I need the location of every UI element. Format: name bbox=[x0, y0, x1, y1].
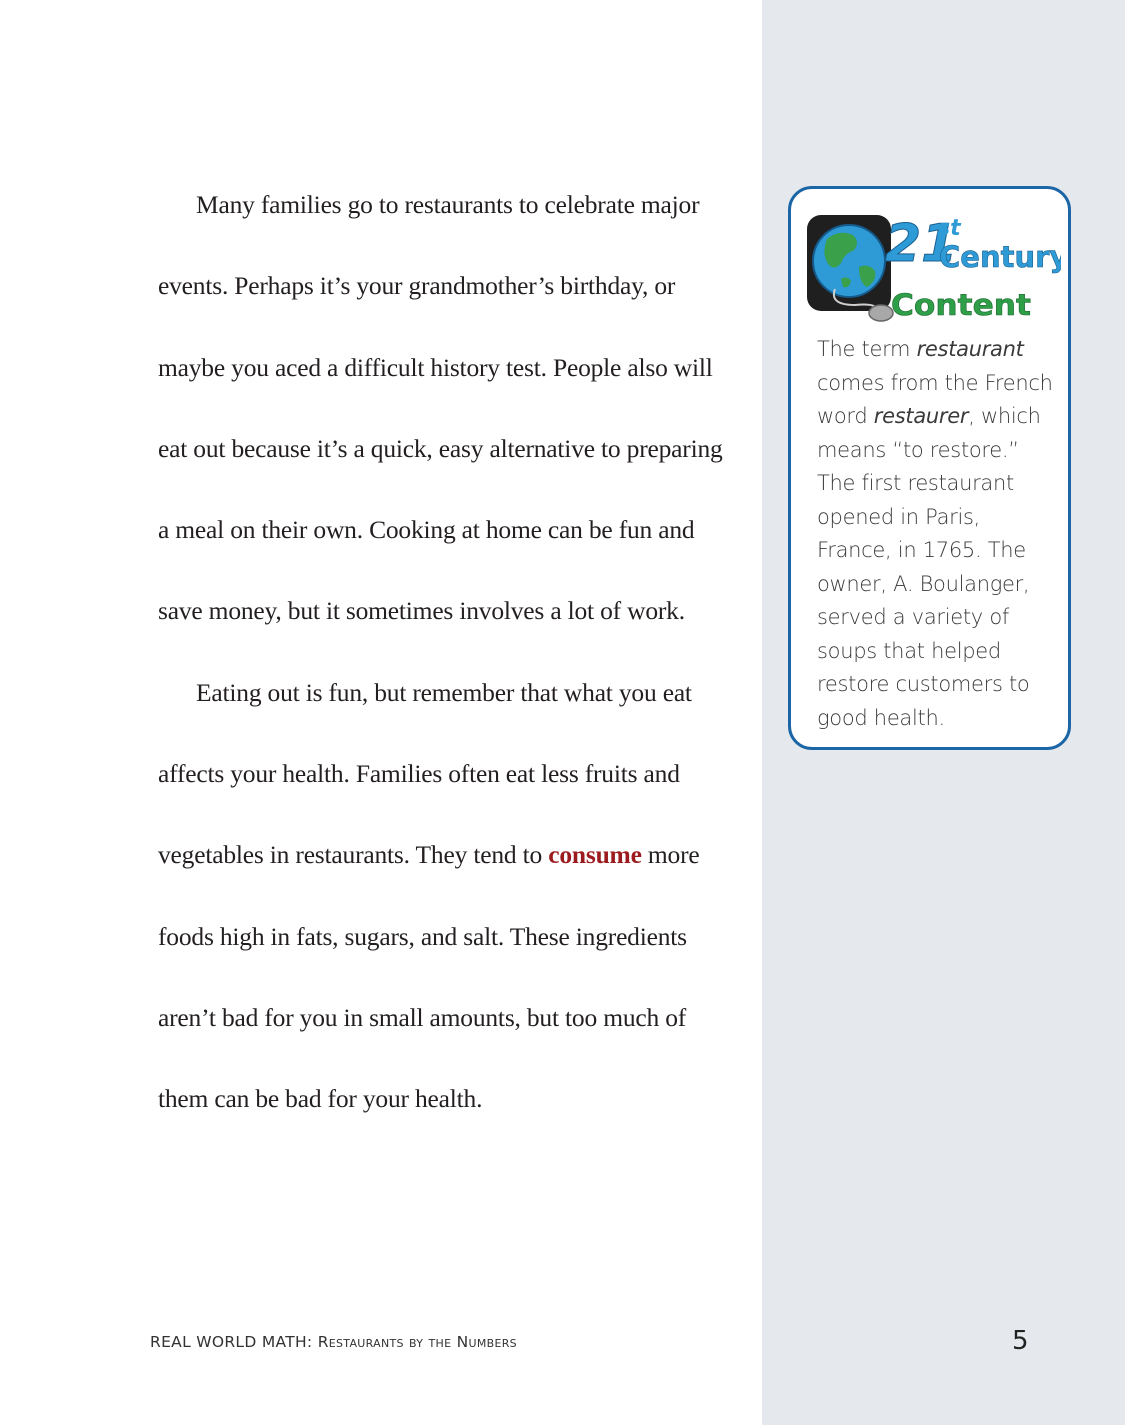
footer-running-title: REAL WORLD MATH: Restaurants by the Numb… bbox=[150, 1333, 517, 1351]
logo-word-century: Century bbox=[939, 240, 1061, 274]
footer-book-title: Restaurants by the Numbers bbox=[317, 1333, 517, 1351]
paragraph-1: Many families go to restaurants to celeb… bbox=[158, 190, 723, 626]
paragraph-2: Eating out is fun, but remember that wha… bbox=[158, 652, 733, 1140]
main-body-text: Many families go to restaurants to celeb… bbox=[158, 164, 733, 1140]
page-number: 5 bbox=[1012, 1326, 1029, 1356]
21st-century-content-box: 21 st Century Content The term restauran… bbox=[788, 186, 1071, 750]
21st-century-content-logo: 21 st Century Content bbox=[807, 214, 1061, 322]
fact-term-restaurant: restaurant bbox=[916, 337, 1024, 361]
logo-word-content: Content bbox=[891, 288, 1031, 322]
vocabulary-word[interactable]: consume bbox=[548, 840, 642, 869]
fact-term-restaurer: restaurer bbox=[873, 404, 969, 428]
fact-text-1: The term bbox=[817, 337, 917, 361]
fact-text-3: , which means “to restore.” The first re… bbox=[817, 404, 1041, 730]
logo-suffix: st bbox=[937, 216, 962, 241]
paragraph-2-text-end: more foods high in fats, sugars, and sal… bbox=[158, 840, 700, 1114]
sidebar-fact-text: The term restaurant comes from the Frenc… bbox=[817, 333, 1057, 735]
footer-series: REAL WORLD MATH: bbox=[150, 1333, 313, 1351]
